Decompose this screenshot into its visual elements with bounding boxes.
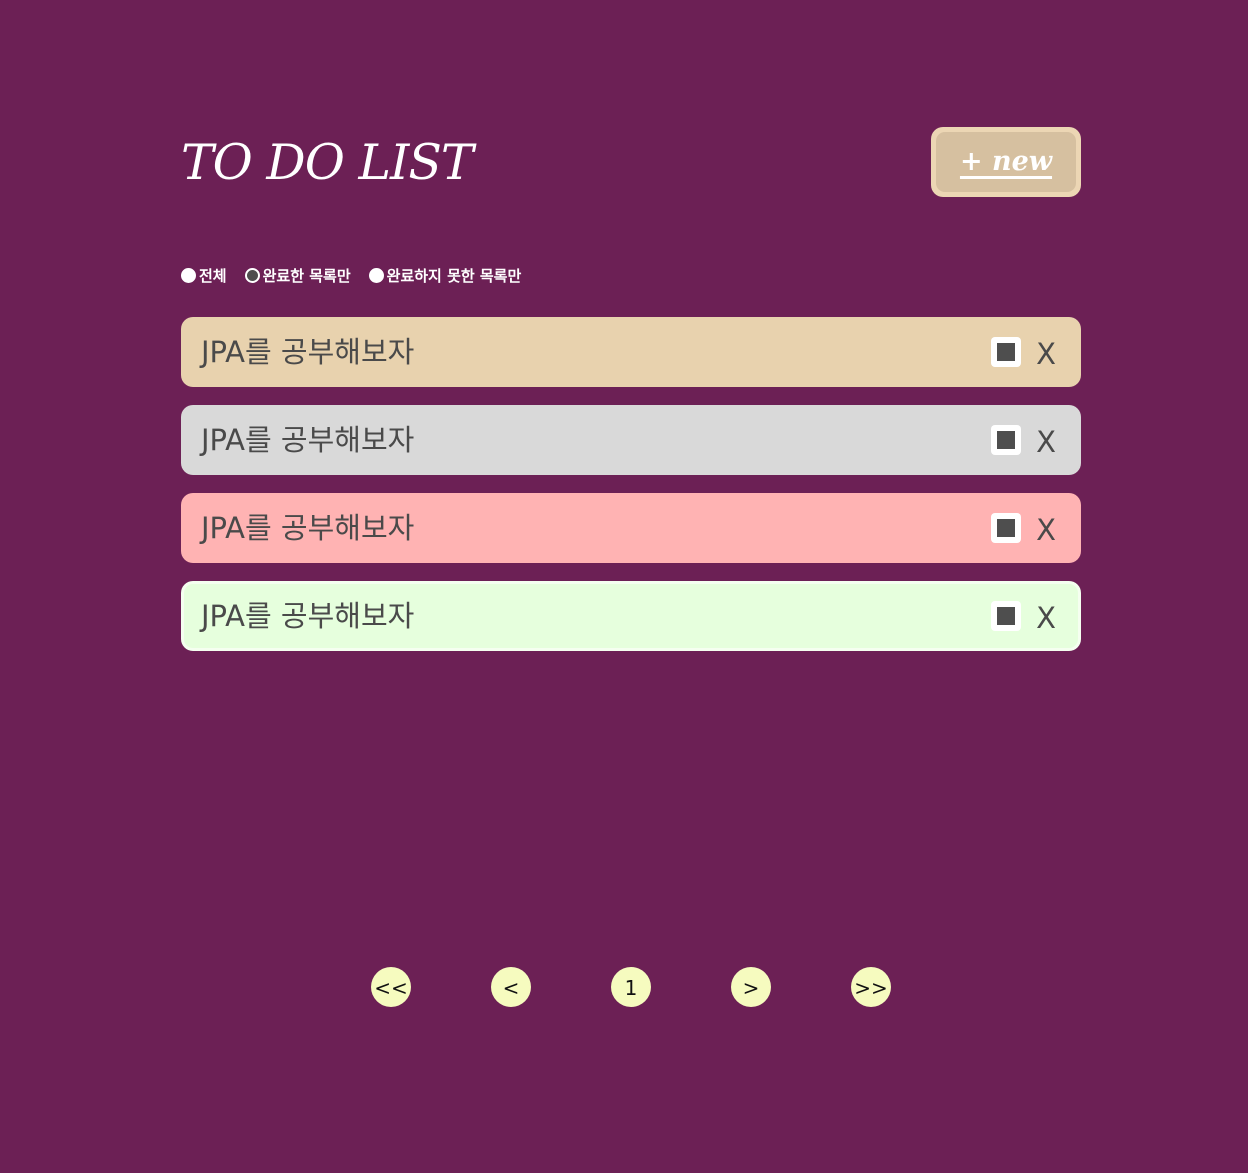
todo-item: JPA를 공부해보자 X <box>181 317 1081 387</box>
todo-app: TO DO LIST + new 전체 완료한 목록만 완료하지 못한 목록만 … <box>181 0 1081 1173</box>
page-title: TO DO LIST <box>181 134 474 191</box>
todo-text: JPA를 공부해보자 <box>201 423 415 457</box>
filter-completed[interactable]: 완료한 목록만 <box>244 265 351 286</box>
checkbox-fill-icon <box>997 607 1015 625</box>
new-todo-button[interactable]: + new <box>931 127 1081 197</box>
todo-text: JPA를 공부해보자 <box>201 511 415 545</box>
todo-checkbox[interactable] <box>991 425 1021 455</box>
filter-group: 전체 완료한 목록만 완료하지 못한 목록만 <box>181 264 539 286</box>
new-todo-button-inner: + new <box>936 132 1076 192</box>
checkbox-fill-icon <box>997 431 1015 449</box>
filter-incomplete-label: 완료하지 못한 목록만 <box>386 266 522 285</box>
todo-item: JPA를 공부해보자 X <box>181 493 1081 563</box>
delete-button[interactable]: X <box>1033 317 1059 391</box>
todo-checkbox[interactable] <box>991 337 1021 367</box>
delete-button[interactable]: X <box>1033 581 1059 655</box>
filter-all-label: 전체 <box>199 266 227 285</box>
todo-text: JPA를 공부해보자 <box>201 335 415 369</box>
radio-icon[interactable] <box>181 267 196 283</box>
todo-item: JPA를 공부해보자 X <box>181 581 1081 651</box>
next-page-button[interactable]: > <box>731 967 771 1007</box>
todo-checkbox[interactable] <box>991 601 1021 631</box>
prev-page-button[interactable]: < <box>491 967 531 1007</box>
checkbox-fill-icon <box>997 343 1015 361</box>
todo-checkbox[interactable] <box>991 513 1021 543</box>
last-page-button[interactable]: >> <box>851 967 891 1007</box>
filter-completed-label: 완료한 목록만 <box>262 266 351 285</box>
new-todo-button-label: + new <box>959 145 1053 177</box>
filter-all[interactable]: 전체 <box>181 265 227 286</box>
radio-checked-icon[interactable] <box>244 267 260 283</box>
filter-incomplete[interactable]: 완료하지 못한 목록만 <box>368 265 522 286</box>
todo-item: JPA를 공부해보자 X <box>181 405 1081 475</box>
checkbox-fill-icon <box>997 519 1015 537</box>
first-page-button[interactable]: << <box>371 967 411 1007</box>
delete-button[interactable]: X <box>1033 405 1059 479</box>
delete-button[interactable]: X <box>1033 493 1059 567</box>
radio-icon[interactable] <box>368 267 384 283</box>
page-number-button[interactable]: 1 <box>611 967 651 1007</box>
todo-text: JPA를 공부해보자 <box>201 599 415 633</box>
